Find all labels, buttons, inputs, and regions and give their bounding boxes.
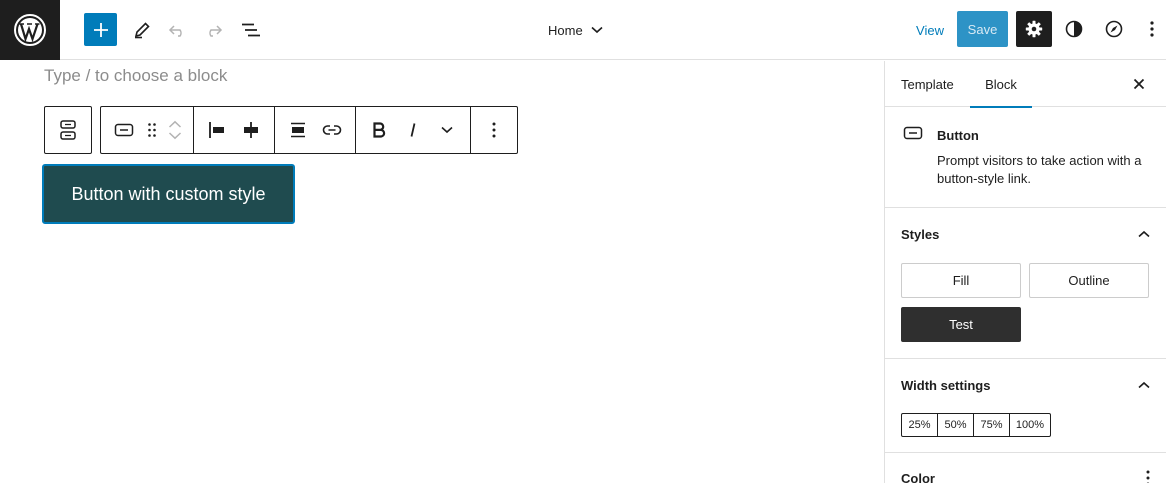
- width-option-50[interactable]: 50%: [938, 414, 974, 436]
- width-settings-panel: Width settings 25% 50% 75% 100%: [885, 359, 1166, 453]
- close-icon: [1133, 78, 1145, 90]
- italic-icon: [410, 123, 416, 137]
- block-options-group: [471, 107, 517, 153]
- buttons-parent-icon: [60, 120, 76, 140]
- block-toolbar: [44, 106, 518, 154]
- document-title: Home: [548, 22, 583, 38]
- drag-handle[interactable]: [141, 113, 163, 147]
- block-options-button[interactable]: [477, 113, 511, 147]
- settings-sidebar: Template Block Button Prompt visitors to…: [884, 61, 1166, 483]
- more-vertical-icon: [1150, 21, 1154, 37]
- link-button[interactable]: [315, 113, 349, 147]
- color-panel: Color: [885, 453, 1166, 483]
- style-option-outline[interactable]: Outline: [1029, 263, 1149, 298]
- plus-icon: [93, 22, 108, 37]
- styles-panel-title: Styles: [901, 226, 940, 242]
- block-switcher-button[interactable]: [107, 113, 141, 147]
- list-view-button[interactable]: [236, 14, 266, 46]
- compass-icon: [1105, 20, 1123, 38]
- width-button-group: 25% 50% 75% 100%: [901, 413, 1051, 437]
- redo-button[interactable]: [199, 14, 227, 46]
- close-sidebar-button[interactable]: [1125, 70, 1153, 98]
- justification-group: [194, 107, 275, 153]
- pencil-icon: [134, 22, 150, 39]
- select-parent-button[interactable]: [44, 106, 92, 154]
- italic-button[interactable]: [396, 113, 430, 147]
- block-inserter-button[interactable]: [84, 13, 117, 46]
- sidebar-tabs: Template Block: [885, 61, 1166, 108]
- settings-button[interactable]: [1016, 11, 1052, 47]
- block-placeholder[interactable]: Type / to choose a block: [44, 66, 227, 86]
- align-button[interactable]: [281, 113, 315, 147]
- block-card: Button Prompt visitors to take action wi…: [885, 107, 1166, 208]
- editor-canvas[interactable]: Type / to choose a block Button with cus…: [0, 61, 884, 483]
- list-view-icon: [242, 23, 260, 37]
- block-toolbar-main: [100, 106, 518, 154]
- block-card-title: Button: [937, 128, 979, 143]
- more-vertical-icon[interactable]: [1146, 470, 1150, 483]
- navigation-button[interactable]: [1100, 12, 1128, 46]
- options-menu-button[interactable]: [1140, 12, 1164, 46]
- wordpress-logo-icon[interactable]: [0, 0, 60, 60]
- tab-template[interactable]: Template: [901, 61, 954, 107]
- tab-block[interactable]: Block: [970, 61, 1032, 108]
- width-panel-title: Width settings: [901, 377, 991, 393]
- undo-icon: [168, 25, 182, 37]
- link-icon: [322, 125, 342, 135]
- width-panel-toggle[interactable]: Width settings: [885, 359, 1166, 411]
- chevron-down-icon: [441, 126, 453, 134]
- color-panel-header: Color: [885, 453, 1166, 483]
- chevron-down-icon: [591, 26, 603, 34]
- move-down-icon[interactable]: [168, 132, 182, 140]
- styles-panel: Styles Fill Outline Test: [885, 208, 1166, 359]
- move-up-icon[interactable]: [168, 120, 182, 128]
- chevron-up-icon: [1138, 230, 1150, 238]
- document-title-dropdown[interactable]: Home: [548, 14, 603, 46]
- editor-app: Home View Save Type / to choose a block …: [0, 0, 1166, 483]
- bold-button[interactable]: [362, 113, 396, 147]
- format-group: [356, 107, 471, 153]
- width-option-75[interactable]: 75%: [974, 414, 1010, 436]
- more-formats-button[interactable]: [430, 113, 464, 147]
- styles-panel-toggle[interactable]: Styles: [885, 208, 1166, 260]
- align-wide-icon: [291, 122, 305, 138]
- block-card-description: Prompt visitors to take action with a bu…: [937, 153, 1142, 186]
- global-styles-button[interactable]: [1060, 12, 1088, 46]
- justify-center-icon: [244, 122, 258, 138]
- block-switcher-group: [101, 107, 194, 153]
- block-mover: [163, 110, 187, 150]
- style-option-test[interactable]: Test: [901, 307, 1021, 342]
- align-link-group: [275, 107, 356, 153]
- gear-icon: [1025, 20, 1043, 38]
- justify-center-button[interactable]: [234, 113, 268, 147]
- width-option-100[interactable]: 100%: [1010, 414, 1050, 436]
- chevron-up-icon: [1138, 381, 1150, 389]
- redo-icon: [209, 25, 223, 37]
- width-option-25[interactable]: 25%: [902, 414, 938, 436]
- half-circle-icon: [1065, 20, 1083, 38]
- custom-style-button-block[interactable]: Button with custom style: [42, 164, 295, 224]
- undo-button[interactable]: [164, 14, 192, 46]
- editor-header: Home View Save: [0, 0, 1166, 60]
- style-option-fill[interactable]: Fill: [901, 263, 1021, 298]
- tools-edit-button[interactable]: [128, 14, 156, 46]
- button-icon: [903, 126, 923, 140]
- align-left-icon: [209, 122, 224, 138]
- justify-left-button[interactable]: [200, 113, 234, 147]
- color-panel-title: Color: [901, 470, 935, 483]
- more-vertical-icon: [492, 122, 496, 138]
- save-button[interactable]: Save: [957, 11, 1008, 47]
- drag-handle-icon: [148, 123, 156, 137]
- view-button[interactable]: View: [910, 14, 950, 46]
- button-icon: [114, 123, 134, 137]
- bold-icon: [373, 122, 386, 138]
